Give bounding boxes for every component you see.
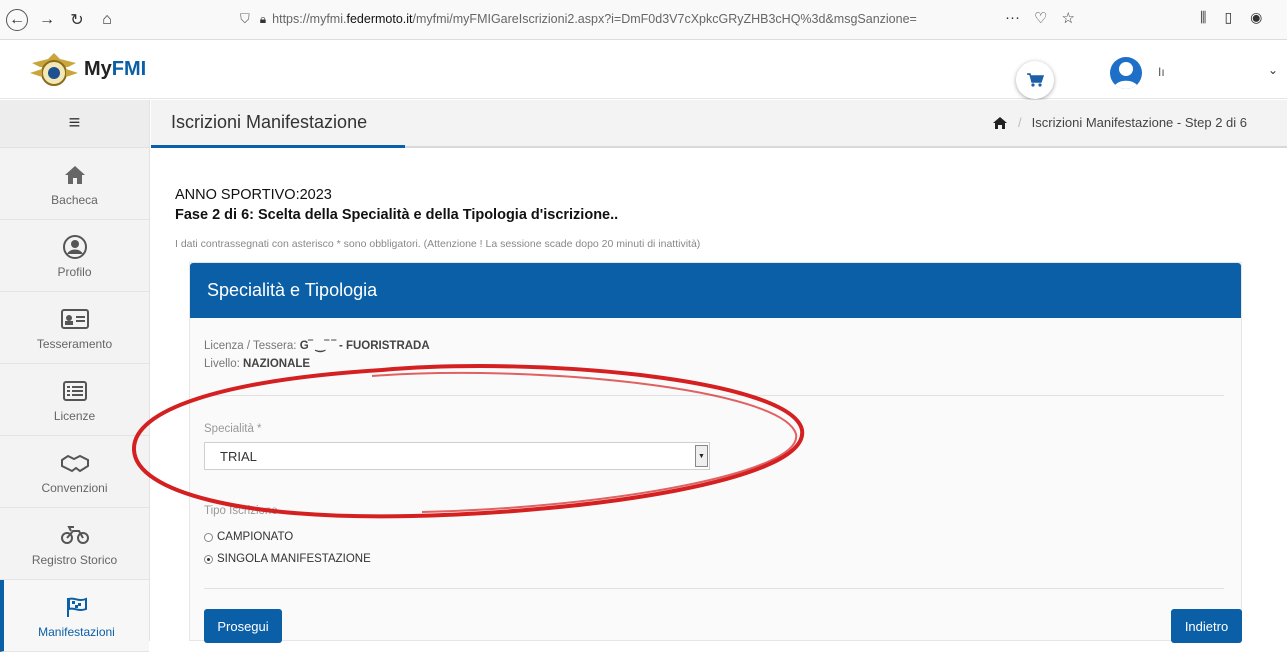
back-arrow-icon[interactable]: ←: [6, 8, 28, 31]
radio-label: CAMPIONATO: [217, 531, 294, 543]
browser-toolbar: ← → ↻ ⌂ ⛉ 🔒︎ https://myfmi. federmoto.it /…: [0, 0, 1287, 40]
handshake-icon: [60, 454, 89, 472]
sidebar-item-label: Licenze: [53, 408, 96, 423]
app-header: MyFMI Iı ⌄: [0, 41, 1287, 99]
cart-icon: [1027, 73, 1044, 87]
lock-icon[interactable]: 🔒︎: [260, 12, 266, 27]
user-icon: [1113, 62, 1139, 89]
license-value: G‾ ‿‾ ‾ - FUORISTRADA: [299, 340, 430, 352]
list-icon: [62, 380, 87, 401]
specialty-panel: Specialità e Tipologia Licenza / Tessera…: [189, 262, 1242, 643]
sidebar-item-profilo[interactable]: Profilo: [0, 220, 149, 292]
title-underline: [151, 145, 405, 148]
cart-button[interactable]: [1016, 61, 1054, 99]
home-icon: [64, 165, 85, 184]
specialty-select[interactable]: TRIAL ▼: [204, 442, 710, 470]
menu-icon[interactable]: ≡: [0, 100, 149, 148]
home-icon[interactable]: [992, 116, 1008, 130]
sidebar-item-convenzioni[interactable]: Convenzioni: [0, 436, 149, 508]
profile-icon: [62, 234, 87, 259]
sidebar-item-label: Registro Storico: [31, 552, 118, 567]
breadcrumb-separator: /: [1018, 115, 1022, 130]
motorcycle-icon: [60, 525, 89, 544]
dropdown-arrow-icon[interactable]: ▼: [695, 445, 708, 467]
page-title: Iscrizioni Manifestazione: [171, 112, 368, 132]
sport-year: ANNO SPORTIVO:2023: [175, 187, 332, 203]
specialty-label: Specialità *: [204, 423, 262, 435]
page-actions-icon[interactable]: ···: [1005, 9, 1020, 27]
user-name[interactable]: Iı: [1158, 65, 1165, 79]
url-prefix: https://myfmi.: [272, 12, 347, 26]
radio-singola-manifestazione[interactable]: SINGOLA MANIFESTAZIONE: [204, 553, 371, 565]
radio-button-selected[interactable]: [204, 554, 213, 564]
sidebar-item-label: Bacheca: [51, 192, 98, 207]
checkered-flag-icon: [66, 597, 87, 617]
back-button[interactable]: Indietro: [1171, 609, 1242, 643]
panel-title: Specialità e Tipologia: [190, 263, 1241, 318]
radio-label: SINGOLA MANIFESTAZIONE: [217, 553, 371, 565]
sidebar-item-label: Manifestazioni: [38, 624, 115, 639]
logo[interactable]: MyFMI: [28, 49, 146, 89]
fmi-logo-icon: [30, 53, 78, 86]
sidebar-item-licenze[interactable]: Licenze: [0, 364, 149, 436]
breadcrumb-current: Iscrizioni Manifestazione - Step 2 di 6: [1031, 115, 1247, 130]
main-content: ANNO SPORTIVO:2023 Fase 2 di 6: Scelta d…: [151, 150, 1287, 643]
sidebar-item-label: Tesseramento: [36, 336, 113, 351]
id-card-icon: [60, 308, 89, 329]
level-label: Livello:: [204, 358, 243, 370]
logo-text-my: My: [84, 57, 112, 80]
bookmark-star-icon[interactable]: ☆: [1061, 9, 1074, 27]
divider: [204, 395, 1224, 396]
sidebar-item-manifestazioni[interactable]: Manifestazioni: [0, 580, 149, 652]
license-label: Licenza / Tessera:: [204, 340, 300, 352]
reload-icon[interactable]: ↻: [66, 9, 88, 31]
sidebar-item-label: Convenzioni: [41, 480, 108, 495]
chevron-down-icon[interactable]: ⌄: [1268, 63, 1278, 77]
url-domain: federmoto.it: [346, 12, 413, 26]
breadcrumb: / Iscrizioni Manifestazione - Step 2 di …: [992, 115, 1247, 130]
radio-campionato[interactable]: CAMPIONATO: [204, 531, 293, 543]
avatar[interactable]: [1110, 57, 1142, 89]
license-info: Licenza / Tessera: G‾ ‿‾ ‾ - FUORISTRADA: [204, 338, 430, 352]
continue-button[interactable]: Prosegui: [204, 609, 282, 643]
sidebar-item-registro-storico[interactable]: Registro Storico: [0, 508, 149, 580]
divider: [204, 588, 1224, 589]
shield-icon[interactable]: ⛉: [240, 11, 250, 27]
home-icon[interactable]: ⌂: [96, 9, 118, 31]
step-heading: Fase 2 di 6: Scelta della Specialità e d…: [175, 207, 619, 223]
account-icon[interactable]: ◉: [1250, 9, 1262, 26]
specialty-selected-value: TRIAL: [220, 449, 257, 464]
level-info: Livello: NAZIONALE: [204, 358, 310, 370]
sidebar-item-bacheca[interactable]: Bacheca: [0, 148, 149, 220]
sidebar-item-label: Profilo: [57, 264, 92, 279]
page-header: Iscrizioni Manifestazione / Iscrizioni M…: [151, 100, 1287, 148]
forward-arrow-icon[interactable]: →: [36, 9, 58, 31]
address-bar[interactable]: ⛉ 🔒︎ https://myfmi. federmoto.it/myfmi/my…: [230, 5, 1000, 33]
sidebar-toggle-icon[interactable]: ▯: [1224, 9, 1232, 26]
logo-text-fmi: FMI: [111, 57, 147, 80]
sidebar-item-tesseramento[interactable]: Tesseramento: [0, 292, 149, 364]
url-path: /myfmi/myFMIGareIscrizioni2.aspx?i=DmF0d…: [412, 12, 917, 26]
required-fields-note: I dati contrassegnati con asterisco * so…: [175, 238, 701, 250]
sidebar: ≡ Bacheca Profilo Tesseramento Licenze C…: [0, 100, 150, 652]
pocket-icon[interactable]: ♡: [1034, 9, 1047, 27]
registration-type-label: Tipo Iscrizione: [204, 505, 278, 517]
radio-button[interactable]: [204, 532, 213, 542]
library-icon[interactable]: ⫼: [1200, 9, 1206, 26]
level-value: NAZIONALE: [243, 358, 311, 370]
